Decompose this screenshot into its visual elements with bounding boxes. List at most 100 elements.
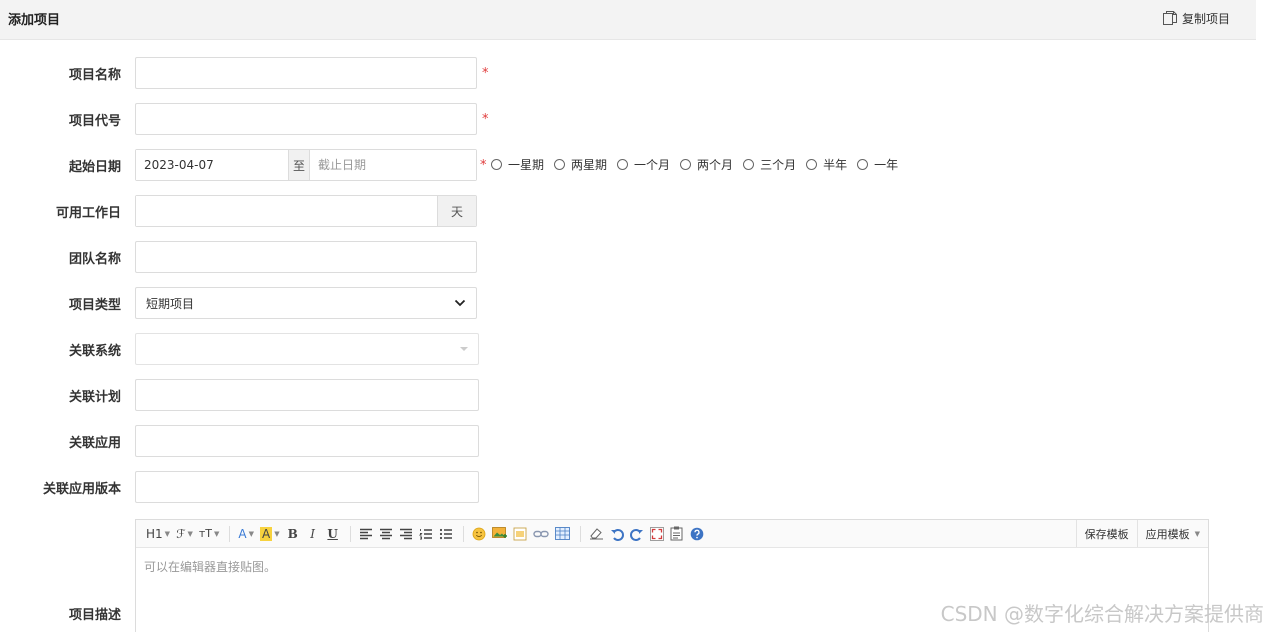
unordered-list-icon <box>439 528 452 539</box>
background-color-icon: A <box>260 526 273 541</box>
radio-label: 两个月 <box>697 158 734 172</box>
radio-label: 一星期 <box>508 158 545 172</box>
heading-button[interactable]: H1 ▼ <box>144 524 172 544</box>
quick-duration-options: 一星期 两星期 一个月 两个月 三个月 半年 一年 <box>491 156 908 173</box>
project-type-label: 项目类型 <box>68 298 121 313</box>
save-template-button[interactable]: 保存模板 <box>1075 520 1137 547</box>
template-button[interactable] <box>668 524 686 544</box>
help-button[interactable] <box>688 524 706 544</box>
page-header: 添加项目 复制项目 <box>0 0 1256 40</box>
font-color-button[interactable]: A ▼ <box>236 524 256 544</box>
redo-icon <box>629 528 643 541</box>
insert-image-button[interactable] <box>490 524 509 544</box>
fullscreen-icon <box>649 526 664 541</box>
font-size-icon: тT <box>198 527 213 540</box>
help-icon <box>690 527 703 540</box>
radio-label: 三个月 <box>760 158 797 172</box>
underline-button[interactable]: U <box>324 524 342 544</box>
team-name-input[interactable] <box>135 241 477 273</box>
clear-format-button[interactable] <box>587 524 606 544</box>
related-system-select[interactable] <box>135 333 479 365</box>
radio-label: 两星期 <box>571 158 608 172</box>
team-name-label: 团队名称 <box>68 252 121 267</box>
toolbar-divider <box>349 525 351 542</box>
ordered-list-button[interactable] <box>417 524 435 544</box>
fullscreen-button[interactable] <box>648 524 666 544</box>
emoji-icon <box>472 527 486 540</box>
caret-down-icon: ▼ <box>214 529 220 538</box>
eraser-icon <box>589 528 603 540</box>
background-color-button[interactable]: A ▼ <box>258 524 282 544</box>
font-family-icon: ℱ <box>176 526 186 541</box>
radio-one-month[interactable]: 一个月 <box>617 156 670 173</box>
page-title: 添加项目 <box>8 13 61 28</box>
link-icon <box>532 530 549 537</box>
radio-circle-icon <box>554 159 566 170</box>
align-center-icon <box>379 528 392 539</box>
date-range-separator: 至 <box>288 150 310 180</box>
project-code-input[interactable] <box>135 103 477 135</box>
code-block-icon <box>513 527 527 540</box>
caret-down-icon: ▼ <box>187 529 193 538</box>
description-label: 项目描述 <box>68 608 121 623</box>
caret-down-icon: ▼ <box>248 529 255 538</box>
related-system-label: 关联系统 <box>68 344 121 359</box>
workdays-unit: 天 <box>437 196 476 226</box>
radio-one-week[interactable]: 一星期 <box>491 156 544 173</box>
radio-label: 一个月 <box>634 158 671 172</box>
radio-circle-icon <box>743 159 755 170</box>
align-center-button[interactable] <box>377 524 395 544</box>
date-range-label: 起始日期 <box>68 160 121 175</box>
project-code-required-mark: * <box>482 112 489 127</box>
related-app-version-label: 关联应用版本 <box>42 482 121 497</box>
related-app-version-input[interactable] <box>135 471 479 503</box>
start-date-input[interactable] <box>136 150 288 180</box>
radio-two-weeks[interactable]: 两星期 <box>554 156 607 173</box>
font-family-button[interactable]: ℱ ▼ <box>174 524 195 544</box>
undo-icon <box>610 528 624 541</box>
date-range-required-mark: * <box>480 158 487 173</box>
related-app-input[interactable] <box>135 425 479 457</box>
editor-content-area[interactable]: 可以在编辑器直接贴图。 <box>136 548 1208 632</box>
copy-project-button[interactable]: 复制项目 <box>1162 8 1230 28</box>
workdays-group: 天 <box>135 195 477 227</box>
toolbar-divider <box>579 525 581 542</box>
caret-down-icon: ▼ <box>1194 529 1200 538</box>
align-left-icon <box>359 528 372 539</box>
radio-three-months[interactable]: 三个月 <box>743 156 796 173</box>
related-plan-label: 关联计划 <box>68 390 121 405</box>
undo-button[interactable] <box>608 524 626 544</box>
related-plan-input[interactable] <box>135 379 479 411</box>
ordered-list-icon <box>418 528 432 539</box>
apply-template-button[interactable]: 应用模板 ▼ <box>1136 520 1208 547</box>
radio-circle-icon <box>617 159 629 170</box>
align-right-button[interactable] <box>397 524 415 544</box>
insert-table-button[interactable] <box>553 524 572 544</box>
radio-circle-icon <box>857 159 869 170</box>
project-name-input[interactable] <box>135 57 477 89</box>
chevron-down-icon <box>454 299 466 307</box>
radio-half-year[interactable]: 半年 <box>806 156 847 173</box>
table-icon <box>554 527 570 540</box>
workdays-input[interactable] <box>136 196 437 226</box>
radio-one-year[interactable]: 一年 <box>857 156 898 173</box>
toolbar-divider <box>462 525 464 542</box>
italic-button[interactable]: I <box>304 524 322 544</box>
font-color-icon: A <box>238 526 247 541</box>
bold-button[interactable]: B <box>284 524 302 544</box>
align-right-icon <box>399 528 412 539</box>
radio-two-months[interactable]: 两个月 <box>680 156 733 173</box>
caret-down-icon <box>460 347 468 351</box>
radio-label: 一年 <box>874 158 899 172</box>
unordered-list-button[interactable] <box>437 524 455 544</box>
redo-button[interactable] <box>628 524 646 544</box>
project-type-select[interactable]: 短期项目 <box>135 287 477 319</box>
heading-label: H1 <box>146 526 163 541</box>
insert-link-button[interactable] <box>531 524 551 544</box>
align-left-button[interactable] <box>357 524 375 544</box>
end-date-input[interactable] <box>310 150 476 180</box>
font-size-button[interactable]: тT ▼ <box>197 524 222 544</box>
insert-code-button[interactable] <box>511 524 529 544</box>
clipboard-icon <box>670 526 683 541</box>
emoji-button[interactable] <box>470 524 488 544</box>
